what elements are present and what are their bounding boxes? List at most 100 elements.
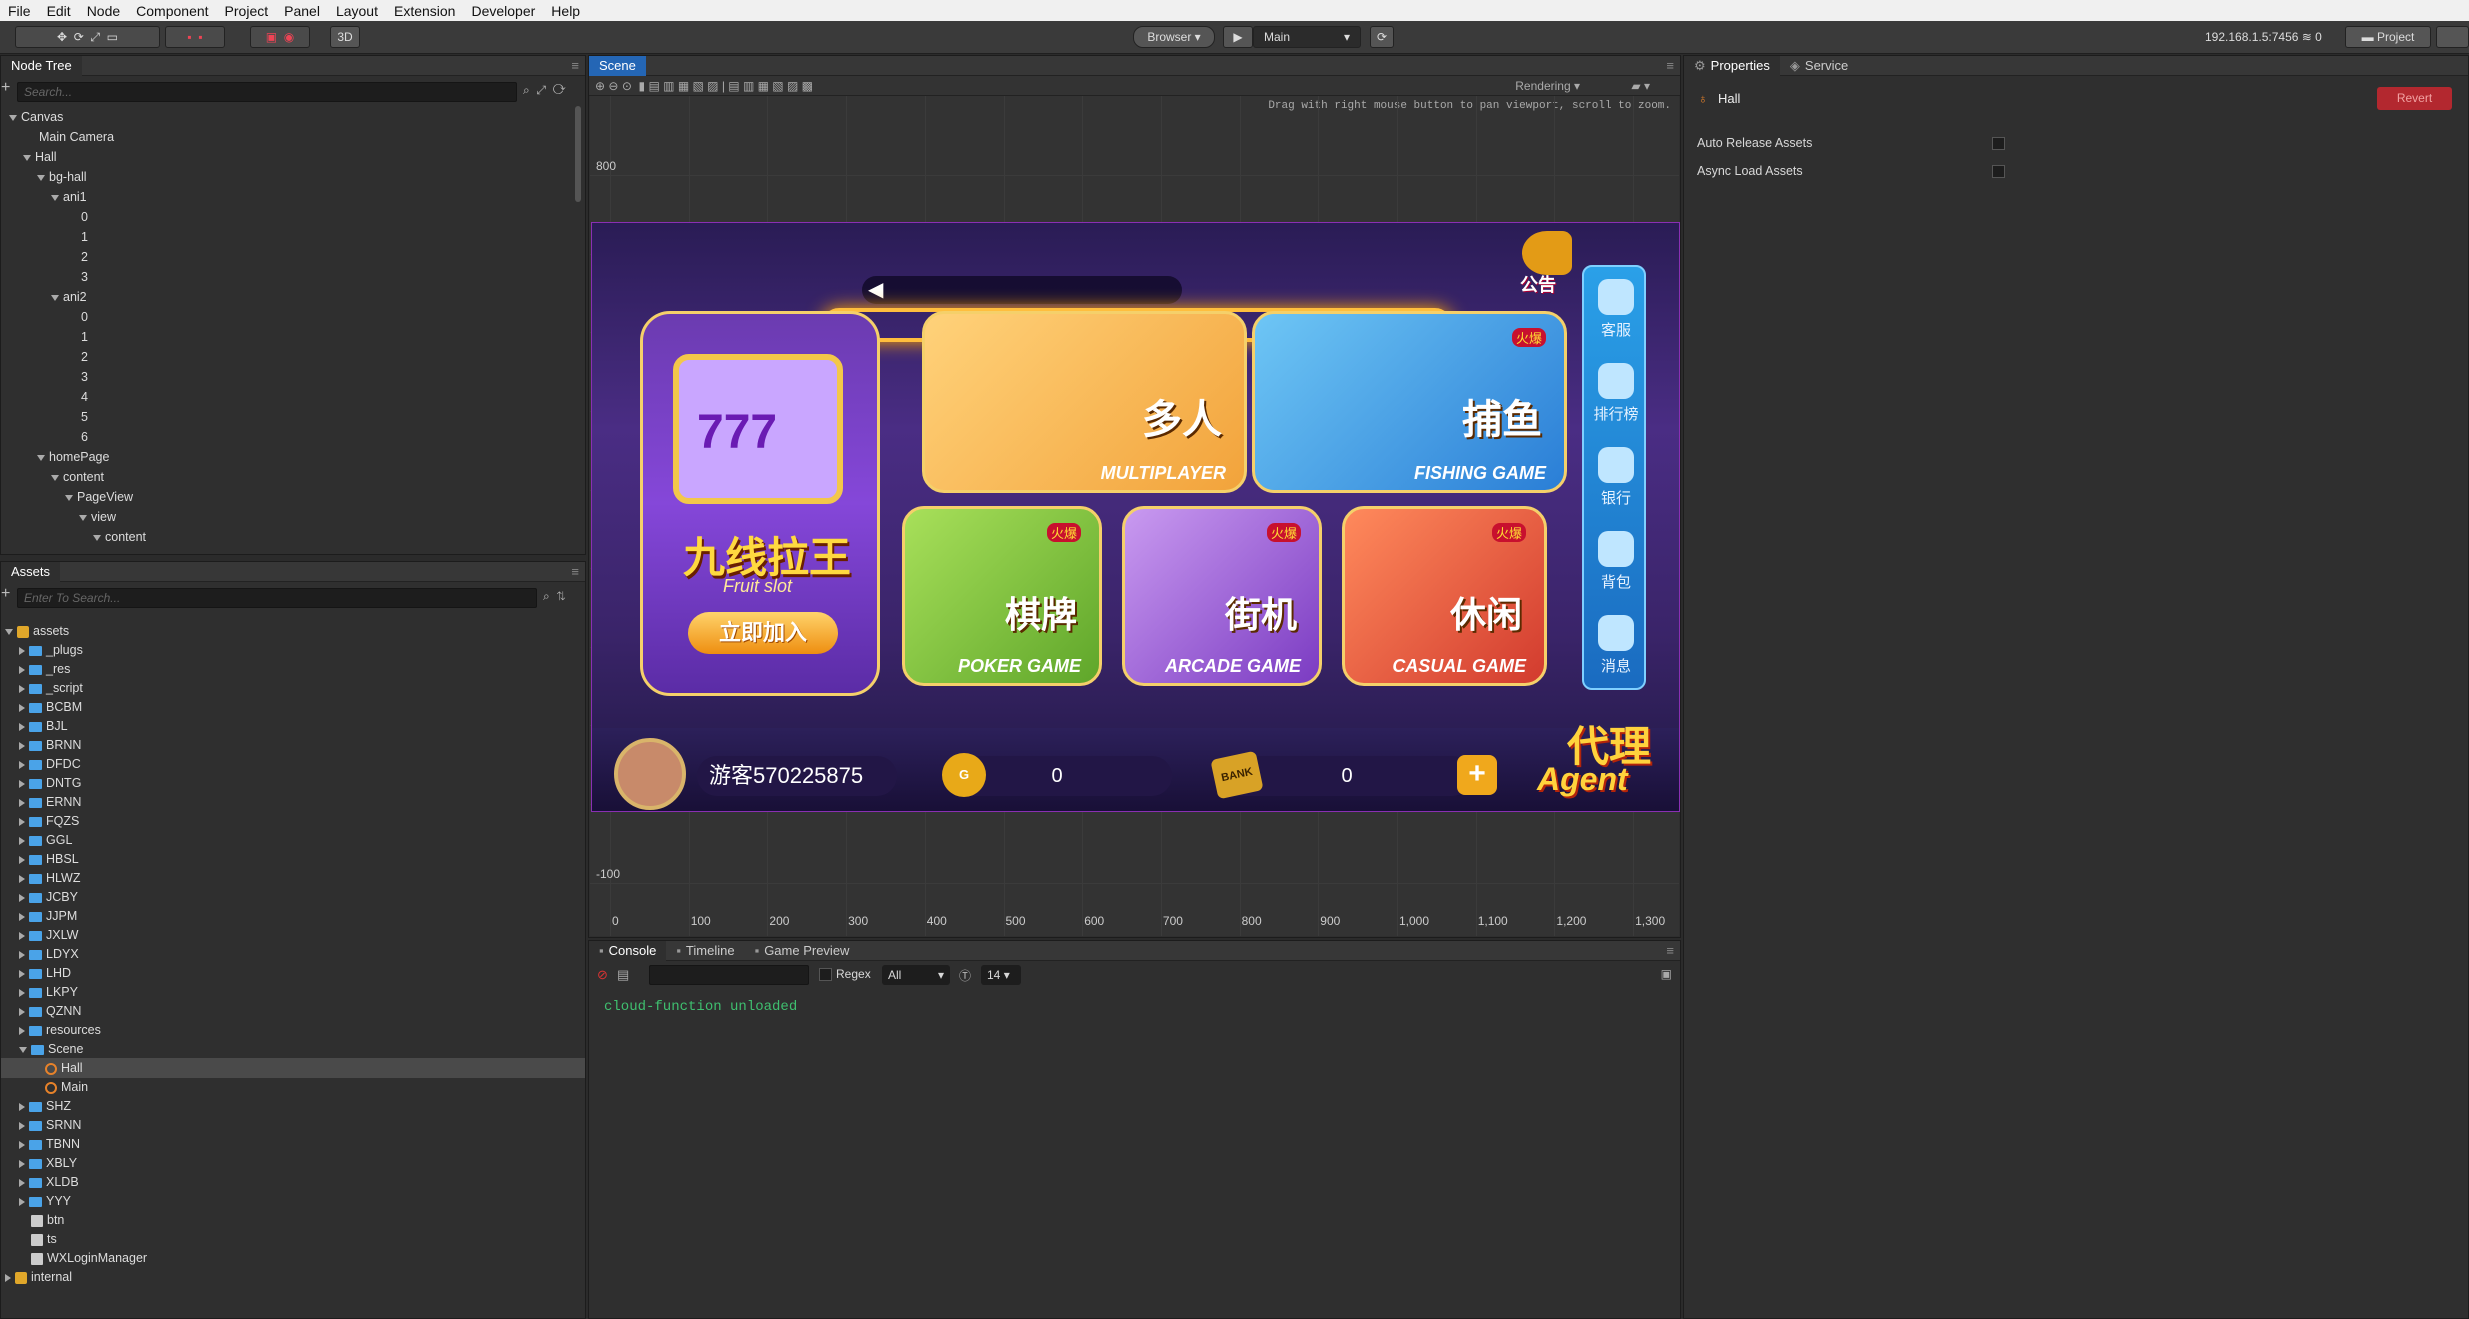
property-checkbox[interactable] <box>1992 165 2005 178</box>
asset-item[interactable]: resources <box>1 1020 585 1040</box>
notice-horn-icon[interactable] <box>1522 231 1572 275</box>
asset-item[interactable]: BJL <box>1 716 585 736</box>
expand-arrow-icon[interactable] <box>19 893 25 902</box>
node-search-input[interactable]: Search... <box>17 82 517 102</box>
tab-console[interactable]: ▪ Console <box>589 940 667 961</box>
tab-properties[interactable]: ⚙ Properties <box>1684 55 1780 76</box>
expand-arrow-icon[interactable] <box>37 174 45 181</box>
asset-search-input[interactable]: Enter To Search... <box>17 588 537 608</box>
tree-node[interactable]: 0 <box>65 307 88 327</box>
tree-node[interactable]: 1 <box>65 227 88 247</box>
expand-arrow-icon[interactable] <box>19 1159 25 1168</box>
game-card[interactable]: 休闲 CASUAL GAME 火爆 <box>1342 506 1547 686</box>
menu-panel[interactable]: Panel <box>276 3 328 19</box>
tree-node[interactable]: 3 <box>65 267 88 287</box>
asset-item[interactable]: HBSL <box>1 849 585 869</box>
join-now-button[interactable]: 立即加入 <box>688 612 838 654</box>
side-menu-bag[interactable]: 背包 <box>1584 531 1648 592</box>
asset-item[interactable]: WXLoginManager <box>1 1248 585 1268</box>
game-card[interactable]: 捕鱼 FISHING GAME 火爆 <box>1252 311 1567 493</box>
console-filter-input[interactable] <box>649 965 809 985</box>
panel-menu-icon[interactable]: ≡ <box>1666 943 1674 958</box>
expand-arrow-icon[interactable] <box>19 1102 25 1111</box>
add-asset-icon[interactable]: + <box>1 585 10 603</box>
asset-item[interactable]: XBLY <box>1 1153 585 1173</box>
menu-developer[interactable]: Developer <box>463 3 543 19</box>
tab-node-tree[interactable]: Node Tree <box>1 55 82 76</box>
tab-service[interactable]: ◈ Service <box>1780 56 1858 76</box>
expand-arrow-icon[interactable] <box>93 534 101 541</box>
asset-item[interactable]: LKPY <box>1 982 585 1002</box>
tree-node[interactable]: 6 <box>65 427 88 447</box>
log-level-select[interactable]: All ▾ <box>882 965 950 985</box>
tree-node[interactable]: 1 <box>65 327 88 347</box>
sort-icon[interactable]: ⇅ <box>556 589 566 603</box>
game-preview-canvas[interactable]: ◀ 公告 777 九线拉王 Fruit slot 立即加入 多人 MULTIPLA… <box>591 222 1680 812</box>
expand-arrow-icon[interactable] <box>19 684 25 693</box>
tree-node[interactable]: Main Camera <box>23 127 114 147</box>
asset-item[interactable]: LDYX <box>1 944 585 964</box>
refresh-button[interactable]: ⟳ <box>1370 26 1394 48</box>
open-log-icon[interactable]: ▤ <box>617 967 629 983</box>
asset-item[interactable]: SRNN <box>1 1115 585 1135</box>
clear-console-icon[interactable]: ⊘ <box>597 967 608 983</box>
panel-menu-icon[interactable]: ≡ <box>571 564 579 579</box>
tree-node[interactable]: 2 <box>65 347 88 367</box>
agent-button[interactable]: 代理 Agent <box>1517 713 1672 808</box>
expand-arrow-icon[interactable] <box>19 1007 25 1016</box>
side-menu-trophy[interactable]: 排行榜 <box>1584 363 1648 424</box>
transform-tools[interactable]: ✥ ⟳ ⤢ ▭ <box>15 26 160 48</box>
tab-timeline[interactable]: ▪ Timeline <box>666 941 744 961</box>
expand-arrow-icon[interactable] <box>9 114 17 121</box>
asset-item[interactable]: _plugs <box>1 640 585 660</box>
tab-scene[interactable]: Scene <box>589 55 646 76</box>
asset-item[interactable]: YYY <box>1 1191 585 1211</box>
tab-game-preview[interactable]: ▪ Game Preview <box>745 941 860 961</box>
expand-arrow-icon[interactable] <box>19 1026 25 1035</box>
add-node-icon[interactable]: + <box>1 79 10 97</box>
expand-arrow-icon[interactable] <box>19 722 25 731</box>
tree-node[interactable]: bg-hall <box>37 167 87 187</box>
coord-tools[interactable]: ▣ ◉ <box>250 26 310 48</box>
play-button[interactable]: ▶ <box>1223 26 1253 48</box>
asset-item[interactable]: ts <box>1 1229 585 1249</box>
tree-node[interactable]: Canvas <box>9 107 63 127</box>
asset-item[interactable]: JCBY <box>1 887 585 907</box>
side-menu-message[interactable]: 消息 <box>1584 615 1648 676</box>
asset-item[interactable]: QZNN <box>1 1001 585 1021</box>
expand-icon[interactable]: ⤢ <box>536 83 546 97</box>
game-card[interactable]: 街机 ARCADE GAME 火爆 <box>1122 506 1322 686</box>
collapse-icon[interactable]: ▣ <box>1661 967 1672 981</box>
tree-node[interactable]: content <box>51 467 104 487</box>
expand-arrow-icon[interactable] <box>5 628 13 635</box>
expand-arrow-icon[interactable] <box>23 154 31 161</box>
asset-item[interactable]: _res <box>1 659 585 679</box>
expand-arrow-icon[interactable] <box>19 836 25 845</box>
tab-assets[interactable]: Assets <box>1 561 61 582</box>
asset-item[interactable]: _script <box>1 678 585 698</box>
menu-project[interactable]: Project <box>217 3 277 19</box>
expand-arrow-icon[interactable] <box>19 760 25 769</box>
expand-arrow-icon[interactable] <box>51 294 59 301</box>
expand-arrow-icon[interactable] <box>37 454 45 461</box>
asset-item[interactable]: BCBM <box>1 697 585 717</box>
add-gold-button[interactable]: + <box>1457 755 1497 795</box>
asset-item[interactable]: btn <box>1 1210 585 1230</box>
tree-node[interactable]: 3 <box>65 367 88 387</box>
asset-item[interactable]: BRNN <box>1 735 585 755</box>
menu-node[interactable]: Node <box>79 3 128 19</box>
asset-item[interactable]: XLDB <box>1 1172 585 1192</box>
regex-checkbox[interactable] <box>819 968 832 981</box>
game-card[interactable]: 棋牌 POKER GAME 火爆 <box>902 506 1102 686</box>
panel-menu-icon[interactable]: ≡ <box>571 58 579 73</box>
asset-item[interactable]: FQZS <box>1 811 585 831</box>
menu-file[interactable]: File <box>0 3 39 19</box>
slot-game-card[interactable]: 777 九线拉王 Fruit slot 立即加入 <box>640 311 880 696</box>
expand-arrow-icon[interactable] <box>19 646 25 655</box>
expand-arrow-icon[interactable] <box>19 1178 25 1187</box>
menu-edit[interactable]: Edit <box>39 3 79 19</box>
browser-select[interactable]: Browser ▾ <box>1133 26 1215 48</box>
expand-arrow-icon[interactable] <box>19 741 25 750</box>
asset-item[interactable]: DFDC <box>1 754 585 774</box>
expand-arrow-icon[interactable] <box>19 874 25 883</box>
